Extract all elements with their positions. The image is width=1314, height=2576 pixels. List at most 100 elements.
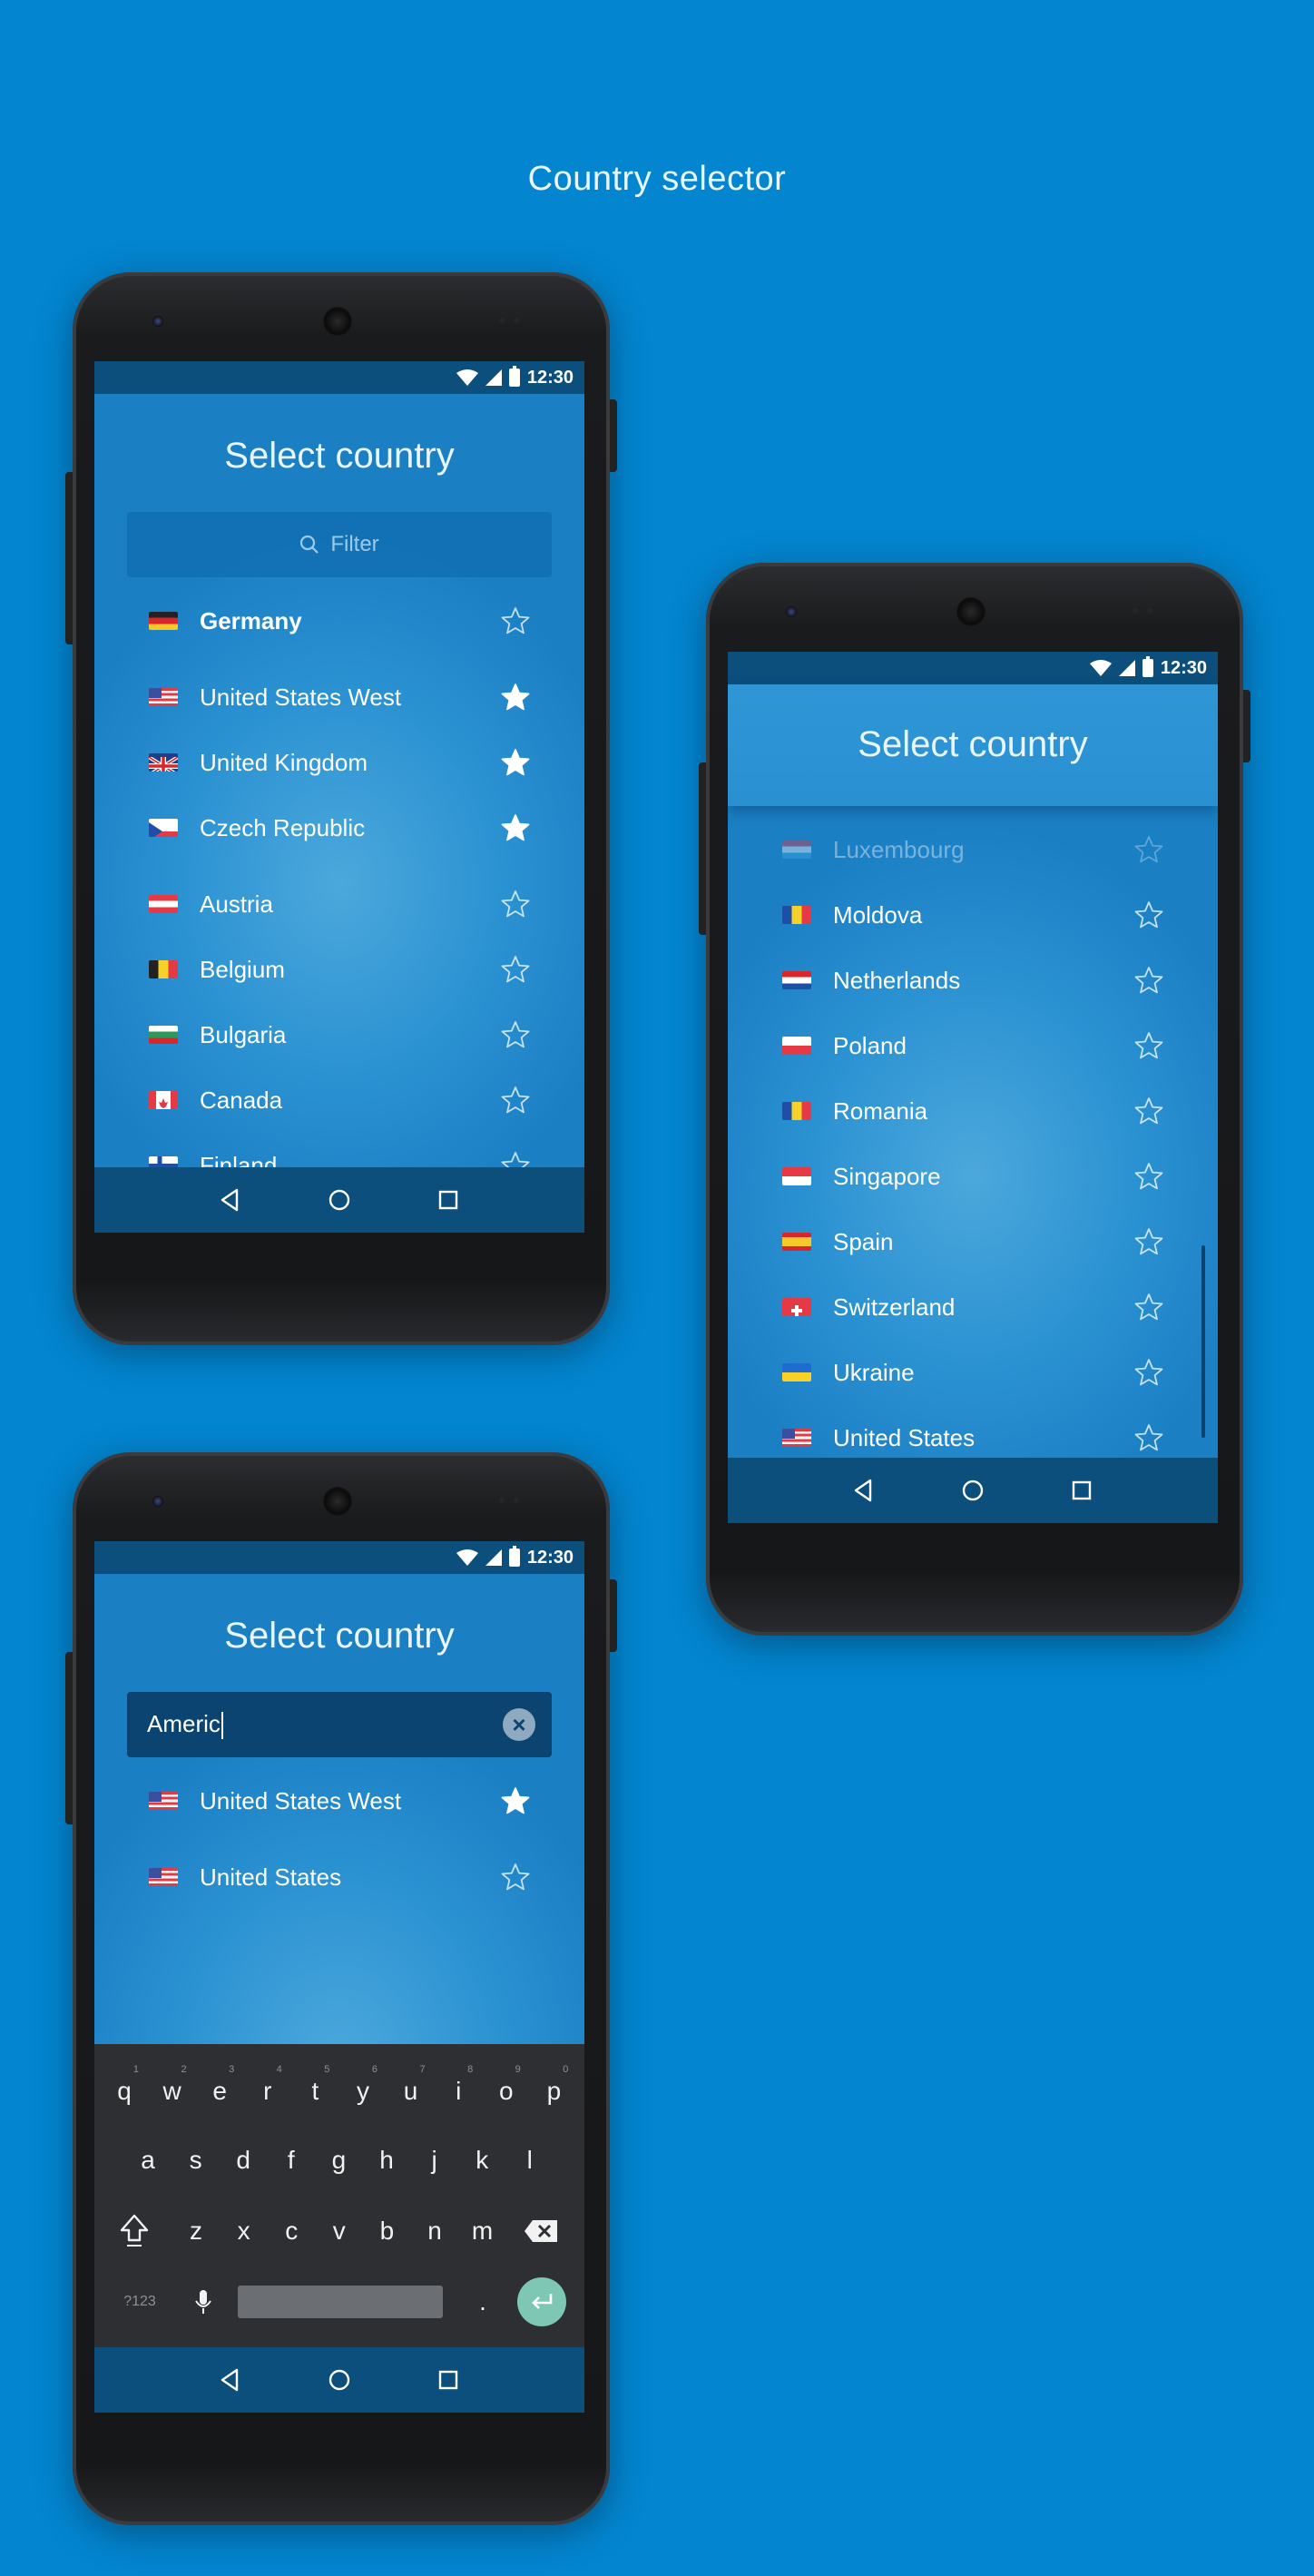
list-item[interactable]: Romania	[728, 1078, 1218, 1144]
key-v[interactable]: v	[316, 2197, 363, 2266]
front-camera	[152, 316, 163, 327]
key-d[interactable]: d	[220, 2126, 267, 2195]
list-item[interactable]: Ukraine	[728, 1340, 1218, 1405]
flag-at-icon	[149, 895, 178, 913]
home-icon[interactable]	[326, 2366, 353, 2394]
key-y[interactable]: y6	[339, 2057, 387, 2126]
shift-key[interactable]	[111, 2197, 158, 2266]
back-icon[interactable]	[850, 1477, 878, 1504]
key-e[interactable]: e3	[196, 2057, 243, 2126]
country-name: Moldova	[833, 900, 923, 929]
key-u[interactable]: u7	[387, 2057, 435, 2126]
back-icon[interactable]	[217, 1186, 244, 1214]
period-key[interactable]: .	[459, 2267, 506, 2336]
flag-gb-icon	[149, 753, 178, 772]
wifi-icon	[456, 369, 478, 386]
search-input[interactable]: Americ ×	[127, 1692, 552, 1757]
star-outline-icon[interactable]	[501, 955, 530, 984]
list-item[interactable]: Moldova	[728, 882, 1218, 948]
key-r[interactable]: r4	[244, 2057, 291, 2126]
star-filled-icon[interactable]	[501, 1786, 530, 1815]
key-j[interactable]: j	[411, 2126, 458, 2195]
key-a[interactable]: a	[124, 2126, 172, 2195]
list-item[interactable]: Poland	[728, 1013, 1218, 1078]
star-outline-icon[interactable]	[1134, 1293, 1163, 1322]
key-n[interactable]: n	[411, 2197, 458, 2266]
clear-icon[interactable]: ×	[503, 1708, 535, 1741]
recents-icon[interactable]	[1068, 1477, 1095, 1504]
key-p[interactable]: p0	[530, 2057, 577, 2126]
key-q[interactable]: q1	[101, 2057, 148, 2126]
country-name: Bulgaria	[200, 1020, 287, 1048]
list-item[interactable]: Czech Republic	[94, 795, 584, 860]
star-filled-icon[interactable]	[501, 748, 530, 777]
key-x[interactable]: x	[221, 2197, 268, 2266]
backspace-key[interactable]	[514, 2197, 568, 2266]
back-icon[interactable]	[217, 2366, 244, 2394]
star-outline-icon[interactable]	[1134, 835, 1163, 864]
key-h[interactable]: h	[363, 2126, 410, 2195]
key-l[interactable]: l	[506, 2126, 554, 2195]
list-item[interactable]: United States West	[94, 664, 584, 730]
key-b[interactable]: b	[363, 2197, 410, 2266]
list-item[interactable]: United Kingdom	[94, 730, 584, 795]
mic-key[interactable]	[180, 2267, 227, 2336]
star-outline-icon[interactable]	[1134, 1162, 1163, 1191]
key-s[interactable]: s	[172, 2126, 220, 2195]
enter-key[interactable]	[517, 2277, 566, 2326]
key-z[interactable]: z	[172, 2197, 220, 2266]
star-outline-icon[interactable]	[1134, 1096, 1163, 1126]
list-item[interactable]: United States	[94, 1844, 584, 1910]
list-item[interactable]: United States West	[94, 1768, 584, 1834]
key-c[interactable]: c	[268, 2197, 315, 2266]
list-item[interactable]: Germany	[94, 588, 584, 654]
key-f[interactable]: f	[268, 2126, 315, 2195]
star-outline-icon[interactable]	[1134, 1227, 1163, 1256]
list-item[interactable]: Bulgaria	[94, 1002, 584, 1067]
star-outline-icon[interactable]	[1134, 900, 1163, 929]
star-filled-icon[interactable]	[501, 683, 530, 712]
key-k[interactable]: k	[458, 2126, 505, 2195]
spacebar-key[interactable]	[238, 2286, 443, 2318]
country-name: Switzerland	[833, 1293, 956, 1321]
list-item[interactable]: Austria	[94, 871, 584, 937]
front-camera	[152, 1496, 163, 1507]
key-w[interactable]: w2	[149, 2057, 196, 2126]
country-name: Netherlands	[833, 966, 961, 994]
star-outline-icon[interactable]	[501, 1863, 530, 1892]
list-item[interactable]: Luxembourg	[728, 817, 1218, 882]
star-filled-icon[interactable]	[501, 813, 530, 842]
star-outline-icon[interactable]	[1134, 1358, 1163, 1387]
star-outline-icon[interactable]	[501, 1086, 530, 1115]
home-icon[interactable]	[326, 1186, 353, 1214]
key-m[interactable]: m	[459, 2197, 506, 2266]
star-outline-icon[interactable]	[1134, 966, 1163, 995]
scrollbar[interactable]	[1201, 1245, 1205, 1438]
star-outline-icon[interactable]	[1134, 1423, 1163, 1452]
proximity-sensor	[1133, 608, 1160, 614]
list-item[interactable]: Canada	[94, 1067, 584, 1133]
filter-input[interactable]: Filter	[127, 512, 552, 577]
flag-nl-icon	[782, 971, 811, 989]
star-outline-icon[interactable]	[501, 1020, 530, 1049]
home-icon[interactable]	[959, 1477, 986, 1504]
list-item[interactable]: Belgium	[94, 937, 584, 1002]
star-outline-icon[interactable]	[501, 606, 530, 635]
list-item[interactable]: Netherlands	[728, 948, 1218, 1013]
star-outline-icon[interactable]	[1134, 1031, 1163, 1060]
flag-lu-icon	[782, 841, 811, 859]
recents-icon[interactable]	[435, 1186, 462, 1214]
key-o[interactable]: o9	[483, 2057, 530, 2126]
list-item[interactable]: Spain	[728, 1209, 1218, 1274]
key-g[interactable]: g	[315, 2126, 362, 2195]
list-item[interactable]: Singapore	[728, 1144, 1218, 1209]
earpiece-speaker	[956, 597, 986, 626]
country-name: Czech Republic	[200, 813, 366, 841]
symbols-key[interactable]: ?123	[111, 2267, 169, 2336]
country-name: Romania	[833, 1096, 928, 1125]
star-outline-icon[interactable]	[501, 890, 530, 919]
recents-icon[interactable]	[435, 2366, 462, 2394]
key-i[interactable]: i8	[435, 2057, 482, 2126]
list-item[interactable]: Switzerland	[728, 1274, 1218, 1340]
key-t[interactable]: t5	[291, 2057, 338, 2126]
